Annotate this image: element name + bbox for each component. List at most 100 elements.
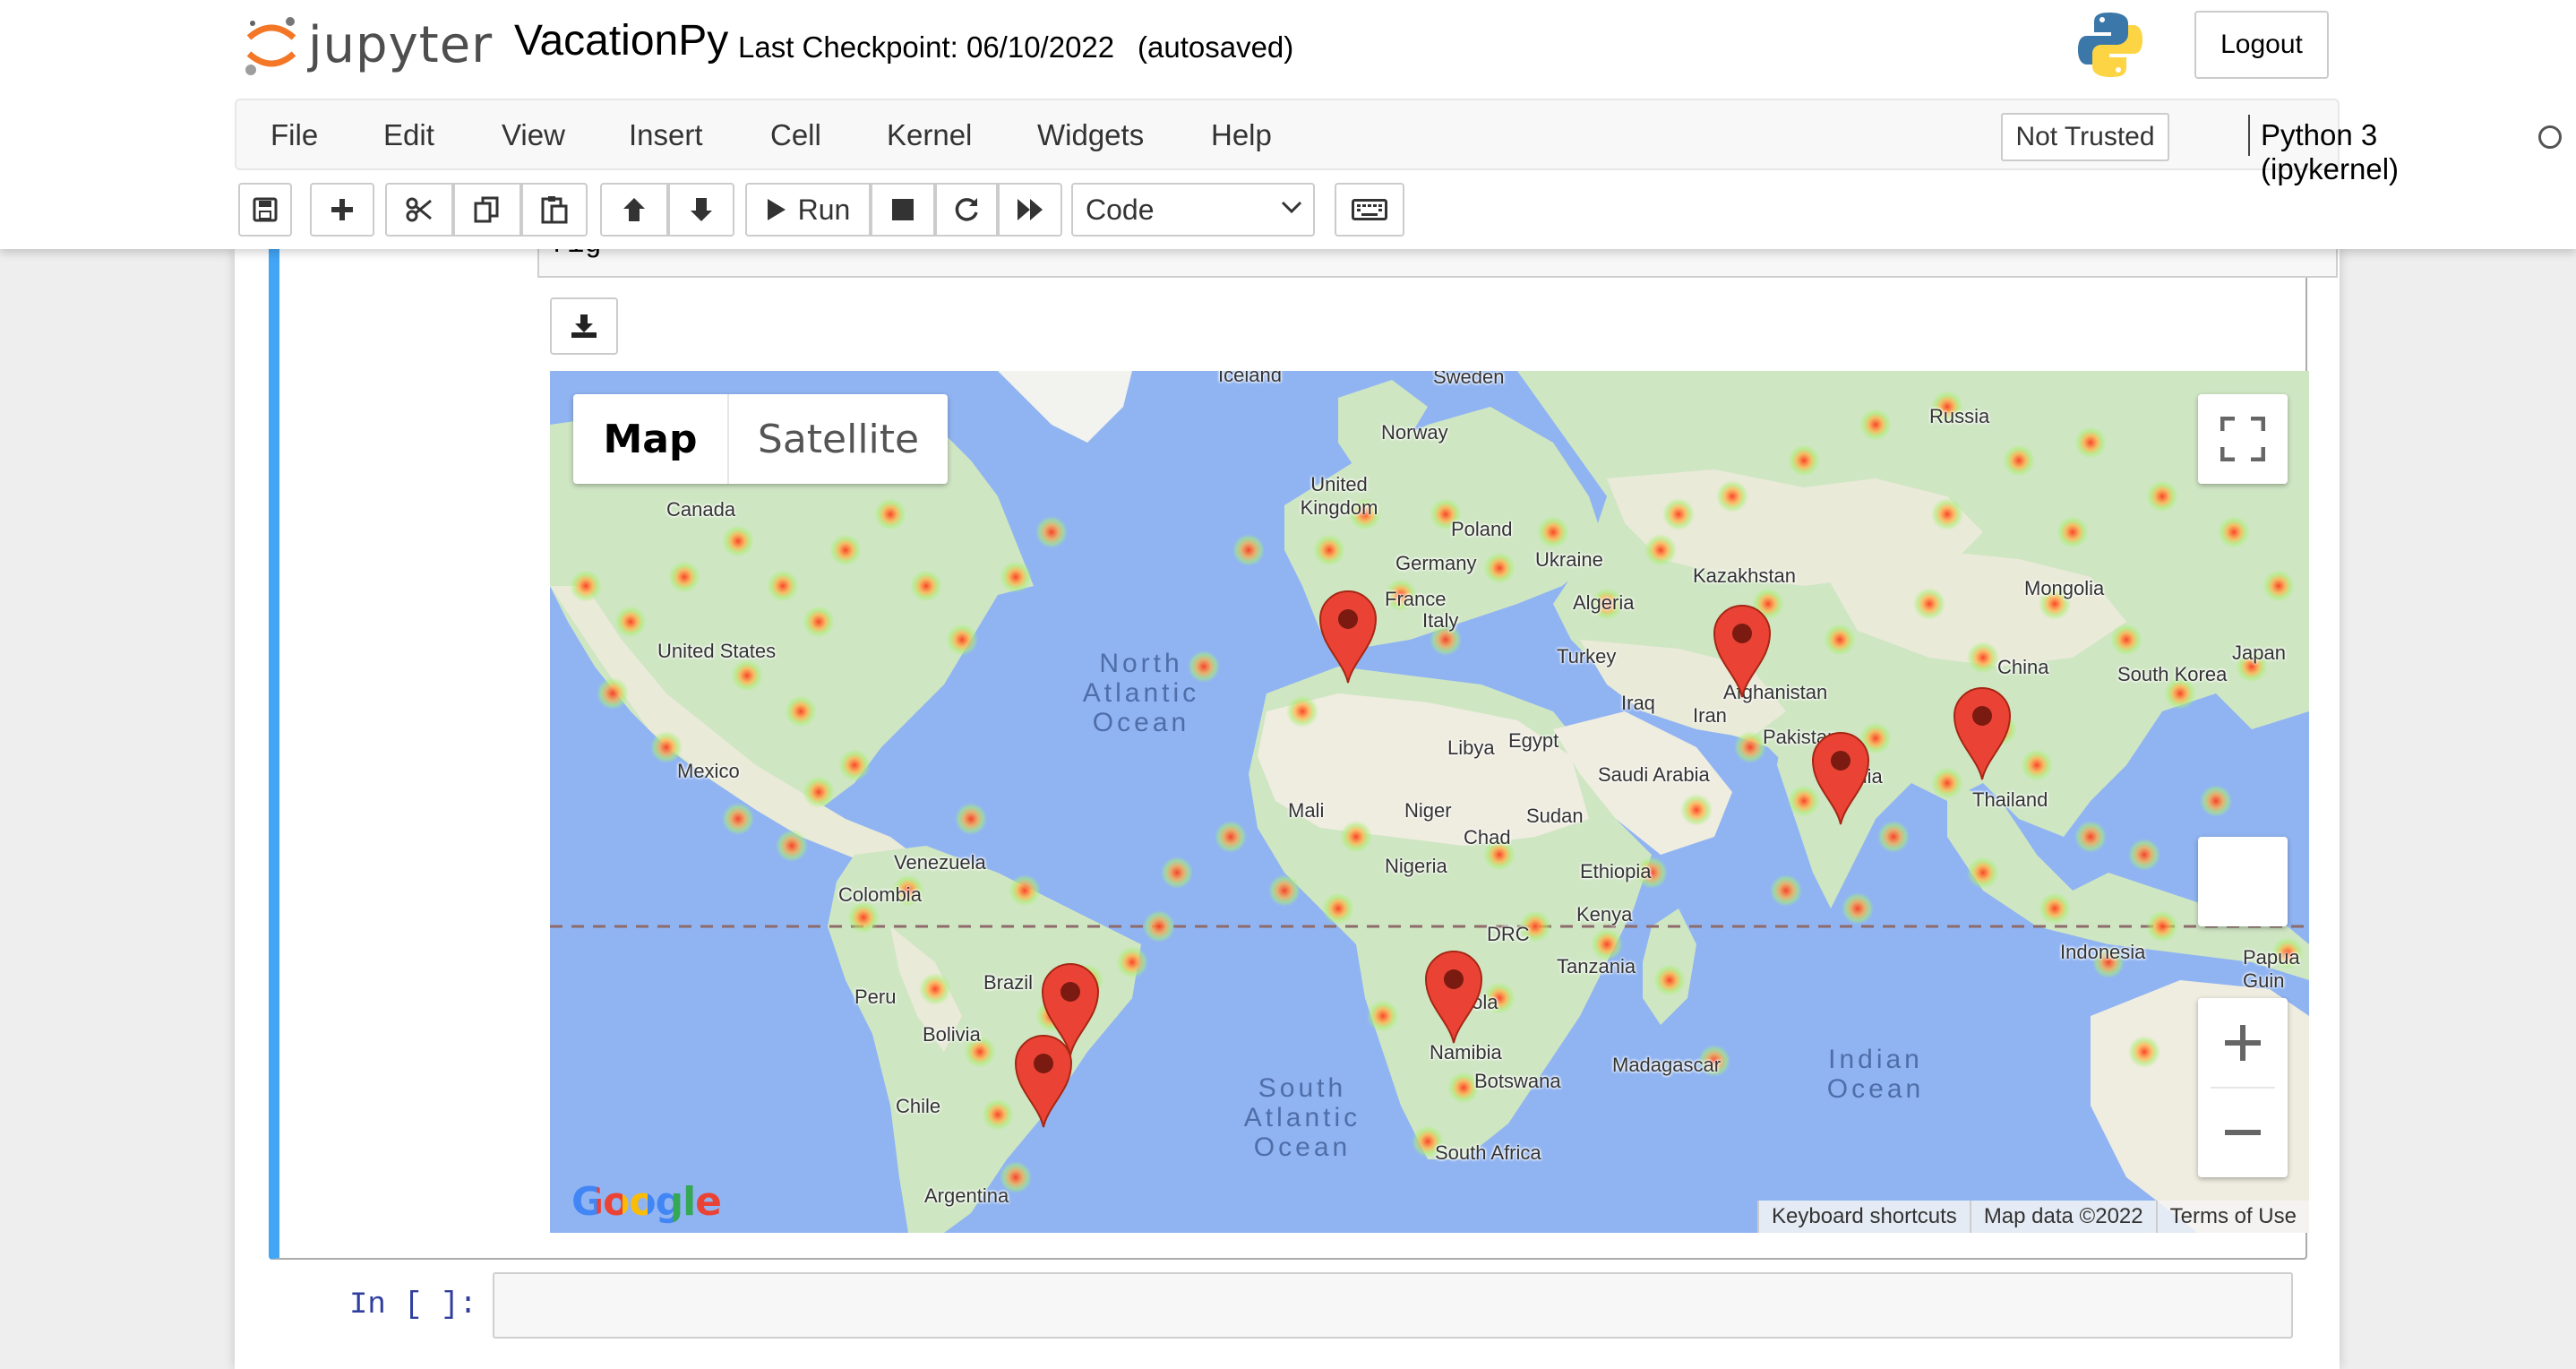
ocean-label: South Atlantic Ocean xyxy=(1243,1073,1361,1162)
map-label: Bolivia xyxy=(923,1023,981,1046)
map-label: Niger xyxy=(1404,799,1452,822)
minus-icon xyxy=(2225,1130,2261,1135)
jupyter-wordmark: jupyter xyxy=(308,15,494,74)
map-marker-icon[interactable] xyxy=(1811,731,1870,826)
map-label: Madagascar xyxy=(1612,1054,1722,1076)
python-logo-icon xyxy=(2078,11,2142,79)
map-label: France xyxy=(1385,588,1447,610)
street-view-button[interactable] xyxy=(2198,837,2288,926)
interrupt-button[interactable] xyxy=(871,183,935,237)
cut-button[interactable] xyxy=(385,183,453,237)
zoom-control xyxy=(2198,998,2288,1177)
fast-forward-icon xyxy=(1018,199,1043,220)
cell-prompt: In [ ]: xyxy=(349,1288,477,1322)
terms-of-use-link[interactable]: Terms of Use xyxy=(2155,1201,2309,1233)
map-label: Russia xyxy=(1929,405,1990,427)
code-cell[interactable]: fig Iceland Sweden Norway Russia United … xyxy=(269,240,2338,1260)
map-label: Chad xyxy=(1464,826,1511,848)
map-marker-icon[interactable] xyxy=(1953,686,2012,781)
move-up-button[interactable] xyxy=(600,183,668,237)
command-palette-button[interactable] xyxy=(1335,183,1404,237)
map-marker-icon[interactable] xyxy=(1318,590,1378,684)
menu-cell[interactable]: Cell xyxy=(770,118,821,152)
map-label: South Africa xyxy=(1435,1141,1541,1164)
empty-cell-input[interactable] xyxy=(493,1272,2293,1339)
move-down-button[interactable] xyxy=(668,183,734,237)
map-label: Iceland xyxy=(1218,371,1282,386)
map-label: Kenya xyxy=(1576,903,1633,926)
chevron-down-icon xyxy=(1281,201,1302,214)
google-map[interactable]: Iceland Sweden Norway Russia United King… xyxy=(550,371,2309,1233)
arrow-down-icon xyxy=(691,198,712,221)
run-button[interactable]: Run xyxy=(745,183,871,237)
menu-kernel[interactable]: Kernel xyxy=(887,118,972,152)
logout-button[interactable]: Logout xyxy=(2194,11,2329,79)
menu-view[interactable]: View xyxy=(502,118,565,152)
map-label: South Korea xyxy=(2117,663,2228,685)
ocean-label: Indian Ocean xyxy=(1826,1045,1925,1104)
zoom-in-button[interactable] xyxy=(2198,998,2288,1088)
map-attribution: Keyboard shortcuts Map data ©2022 Terms … xyxy=(1757,1201,2309,1233)
map-label: Norway xyxy=(1381,421,1448,443)
save-button[interactable] xyxy=(238,183,292,237)
map-marker-icon[interactable] xyxy=(1713,604,1772,699)
map-label: Germany xyxy=(1395,552,1477,574)
map-label: Iran xyxy=(1693,704,1727,727)
menu-bar: File Edit View Insert Cell Kernel Widget… xyxy=(235,99,2562,185)
notebook-header: jupyter VacationPy Last Checkpoint: 06/1… xyxy=(0,0,2576,249)
map-label: Nigeria xyxy=(1385,855,1447,877)
map-marker-icon[interactable] xyxy=(1014,1034,1073,1129)
insert-cell-button[interactable] xyxy=(310,183,374,237)
ocean-label: North Atlantic Ocean xyxy=(1082,649,1200,737)
map-type-map-button[interactable]: Map xyxy=(573,394,727,484)
map-label: China xyxy=(1997,656,2049,678)
zoom-out-button[interactable] xyxy=(2198,1088,2288,1177)
keyboard-shortcuts-link[interactable]: Keyboard shortcuts xyxy=(1757,1201,1970,1233)
map-label: Thailand xyxy=(1972,788,2048,811)
jupyter-mark-icon xyxy=(242,11,301,79)
last-checkpoint: Last Checkpoint: 06/10/2022 xyxy=(738,30,1115,64)
restart-run-all-button[interactable] xyxy=(998,183,1062,237)
google-logo-text: Google xyxy=(571,1179,722,1225)
not-trusted-button[interactable]: Not Trusted xyxy=(2001,113,2169,161)
map-label: Brazil xyxy=(983,971,1034,994)
map-label: Kazakhstan xyxy=(1693,564,1796,587)
menu-widgets[interactable]: Widgets xyxy=(1037,118,1144,152)
map-label: Libya xyxy=(1447,736,1495,759)
map-label: Algeria xyxy=(1573,591,1635,614)
paste-button[interactable] xyxy=(521,183,588,237)
google-logo[interactable]: Google xyxy=(571,1179,722,1225)
menu-file[interactable]: File xyxy=(270,118,318,152)
menu-help[interactable]: Help xyxy=(1211,118,1272,152)
plus-icon xyxy=(331,199,353,220)
map-label: Italy xyxy=(1422,609,1459,632)
notebook-title[interactable]: VacationPy xyxy=(514,16,728,65)
map-label: Argentina xyxy=(924,1184,1009,1207)
restart-button[interactable] xyxy=(935,183,998,237)
map-label: Colombia xyxy=(838,883,922,906)
download-icon xyxy=(571,314,597,338)
fullscreen-button[interactable] xyxy=(2198,394,2288,484)
menu-insert[interactable]: Insert xyxy=(629,118,703,152)
map-label: Indonesia xyxy=(2060,941,2146,963)
play-icon xyxy=(767,199,786,220)
copy-button[interactable] xyxy=(453,183,521,237)
kernel-name[interactable]: Python 3 (ipykernel) xyxy=(2261,118,2399,186)
keyboard-icon xyxy=(1352,199,1387,220)
map-label: Turkey xyxy=(1557,645,1617,667)
map-data-text: Map data ©2022 xyxy=(1969,1201,2156,1233)
download-button[interactable] xyxy=(550,297,618,355)
map-label: Canada xyxy=(666,498,736,521)
jupyter-logo[interactable]: jupyter xyxy=(242,11,493,79)
cell-type-select[interactable]: Code xyxy=(1071,183,1315,237)
map-type-satellite-button[interactable]: Satellite xyxy=(727,394,948,484)
map-marker-icon[interactable] xyxy=(1424,950,1483,1045)
map-label: United Kingdom xyxy=(1300,473,1378,519)
map-label: United States xyxy=(657,640,777,662)
stop-icon xyxy=(892,199,914,220)
fullscreen-icon xyxy=(2220,417,2265,461)
menu-edit[interactable]: Edit xyxy=(383,118,434,152)
plus-icon xyxy=(2225,1025,2261,1061)
map-label: Papua Guin xyxy=(2243,946,2300,992)
map-type-control: Map Satellite xyxy=(573,394,948,484)
